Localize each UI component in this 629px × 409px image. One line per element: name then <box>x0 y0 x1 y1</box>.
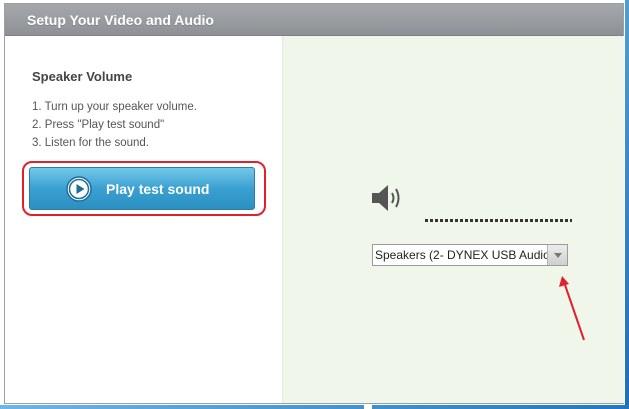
step-item: 1. Turn up your speaker volume. <box>32 101 197 113</box>
setup-dialog: Setup Your Video and Audio Speaker Volum… <box>4 3 624 404</box>
taskbar-marker <box>364 405 372 409</box>
step-item: 2. Press "Play test sound" <box>32 119 165 131</box>
volume-level-meter <box>425 219 572 222</box>
play-circle-icon <box>66 176 92 202</box>
steps-list: 1. Turn up your speaker volume. 2. Press… <box>32 98 197 152</box>
speaker-test-pane: Speakers (2- DYNEX USB Audio <box>282 36 624 403</box>
chevron-down-icon[interactable] <box>547 245 567 265</box>
instructions-pane: Speaker Volume 1. Turn up your speaker v… <box>5 36 282 403</box>
selected-device: Speakers (2- DYNEX USB Audio <box>375 248 549 262</box>
dialog-title: Setup Your Video and Audio <box>27 12 214 28</box>
taskbar-edge <box>0 405 629 409</box>
speaker-volume-icon <box>372 185 400 211</box>
speaker-device-select[interactable]: Speakers (2- DYNEX USB Audio <box>372 244 568 266</box>
desktop-edge <box>625 0 629 409</box>
play-button-label: Play test sound <box>106 181 210 197</box>
annotation-arrow-icon <box>559 276 585 341</box>
dialog-titlebar[interactable]: Setup Your Video and Audio <box>5 4 623 36</box>
speaker-volume-heading: Speaker Volume <box>32 69 133 84</box>
play-test-sound-button[interactable]: Play test sound <box>29 167 255 210</box>
step-item: 3. Listen for the sound. <box>32 137 149 149</box>
